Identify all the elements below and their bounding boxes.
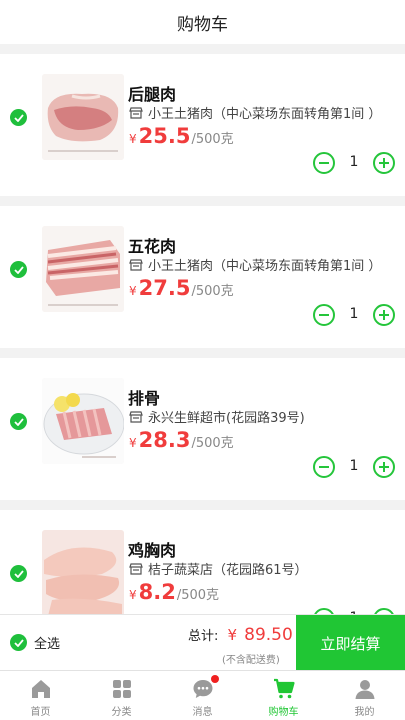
tab-category[interactable]: 分类 [81, 671, 162, 720]
bottom-tab-bar: 首页 分类 消息 购物车 我的 [0, 670, 405, 720]
price-unit: /500克 [176, 588, 220, 603]
total-amount: 总计: ¥ 89.50 [188, 625, 293, 645]
quantity-stepper: 1 [313, 456, 395, 478]
select-all-checkbox[interactable] [10, 634, 27, 651]
currency-symbol: ¥ [129, 588, 137, 602]
item-name: 排骨 [128, 389, 161, 408]
tab-label: 我的 [354, 707, 375, 718]
select-all-label: 全选 [34, 637, 61, 652]
plus-icon-vertical [383, 158, 385, 168]
store-icon [129, 258, 143, 271]
item-shop[interactable]: 小王土猪肉（中心菜场东面转角第1间 ） [129, 103, 381, 122]
quantity-value: 1 [349, 154, 359, 170]
item-name: 鸡胸肉 [128, 541, 177, 560]
item-price: ¥ 28.3 /500克 [129, 428, 234, 452]
currency-symbol: ¥ [129, 284, 137, 298]
price-unit: /500克 [191, 132, 234, 147]
decrease-button[interactable] [313, 152, 335, 174]
item-name: 五花肉 [128, 237, 177, 256]
check-icon [13, 638, 24, 647]
store-icon [129, 410, 143, 423]
price-unit: /500克 [191, 284, 234, 299]
tab-label: 消息 [192, 707, 213, 718]
quantity-value: 1 [349, 306, 359, 322]
quantity-stepper: 1 [313, 304, 395, 326]
checkout-bar: 全选 总计: ¥ 89.50 (不含配送费) 立即结算 [0, 614, 405, 671]
cart-item: 五花肉 小王土猪肉（中心菜场东面转角第1间 ） ¥ 27.5 /500克 1 [0, 206, 405, 348]
checkout-button[interactable]: 立即结算 [296, 615, 405, 671]
check-icon [13, 569, 24, 578]
tab-label: 分类 [111, 707, 132, 718]
item-price: ¥ 8.2 /500克 [129, 580, 219, 604]
item-checkbox[interactable] [10, 413, 27, 430]
decrease-button[interactable] [313, 456, 335, 478]
shop-name: 小王土猪肉（中心菜场东面转角第1间 ） [148, 107, 382, 122]
currency-symbol: ¥ [129, 132, 137, 146]
pork-belly-image[interactable] [42, 226, 124, 312]
notification-badge [210, 675, 219, 683]
item-checkbox[interactable] [10, 261, 27, 278]
store-icon [129, 106, 143, 119]
tab-messages[interactable]: 消息 [162, 671, 243, 720]
price-value: 8.2 [138, 580, 176, 604]
item-price: ¥ 27.5 /500克 [129, 276, 234, 300]
page-title: 购物车 [177, 14, 228, 35]
select-all-toggle[interactable]: 全选 [10, 633, 60, 652]
plus-icon-vertical [383, 462, 385, 472]
increase-button[interactable] [373, 456, 395, 478]
shipping-note: (不含配送费) [222, 655, 280, 666]
minus-icon [319, 162, 329, 164]
quantity-value: 1 [349, 458, 359, 474]
item-checkbox[interactable] [10, 109, 27, 126]
tab-label: 首页 [30, 707, 51, 718]
minus-icon [319, 314, 329, 316]
tab-label: 购物车 [268, 707, 299, 718]
check-icon [13, 113, 24, 122]
shop-name: 小王土猪肉（中心菜场东面转角第1间 ） [148, 259, 382, 274]
total-value: 89.50 [244, 625, 293, 645]
grid-icon [112, 680, 131, 698]
shop-name: 永兴生鲜超市(花园路39号) [148, 411, 305, 426]
decrease-button[interactable] [313, 304, 335, 326]
check-icon [13, 417, 24, 426]
user-icon [355, 680, 374, 699]
page-header: 购物车 [0, 0, 405, 44]
plus-icon-vertical [383, 310, 385, 320]
item-name: 后腿肉 [128, 85, 177, 104]
chicken-breast-image[interactable] [42, 530, 124, 614]
cart-item: 后腿肉 小王土猪肉（中心菜场东面转角第1间 ） ¥ 25.5 /500克 1 [0, 54, 405, 196]
total-label: 总计: [188, 629, 219, 644]
item-checkbox[interactable] [10, 565, 27, 582]
minus-icon [319, 466, 329, 468]
increase-button[interactable] [373, 304, 395, 326]
price-value: 28.3 [138, 428, 191, 452]
tab-home[interactable]: 首页 [0, 671, 81, 720]
cart-icon [273, 678, 295, 699]
cart-item: 排骨 永兴生鲜超市(花园路39号) ¥ 28.3 /500克 1 [0, 358, 405, 500]
check-icon [13, 265, 24, 274]
item-price: ¥ 25.5 /500克 [129, 124, 234, 148]
price-value: 27.5 [138, 276, 191, 300]
total-currency: ¥ [227, 626, 238, 644]
tab-profile[interactable]: 我的 [324, 671, 405, 720]
price-unit: /500克 [191, 436, 234, 451]
shop-name: 桔子蔬菜店（花园路61号） [148, 563, 308, 578]
quantity-stepper: 1 [313, 152, 395, 174]
item-shop[interactable]: 小王土猪肉（中心菜场东面转角第1间 ） [129, 255, 381, 274]
pork-leg-image[interactable] [42, 74, 124, 160]
increase-button[interactable] [373, 152, 395, 174]
currency-symbol: ¥ [129, 436, 137, 450]
cart-list: 后腿肉 小王土猪肉（中心菜场东面转角第1间 ） ¥ 25.5 /500克 1 五… [0, 54, 405, 614]
item-shop[interactable]: 桔子蔬菜店（花园路61号） [129, 559, 308, 578]
cart-item: 鸡胸肉 桔子蔬菜店（花园路61号） ¥ 8.2 /500克 1 [0, 510, 405, 614]
store-icon [129, 562, 143, 575]
home-icon [31, 680, 50, 698]
price-value: 25.5 [138, 124, 191, 148]
item-shop[interactable]: 永兴生鲜超市(花园路39号) [129, 407, 305, 426]
spare-ribs-image[interactable] [42, 378, 124, 464]
tab-cart[interactable]: 购物车 [243, 671, 324, 720]
